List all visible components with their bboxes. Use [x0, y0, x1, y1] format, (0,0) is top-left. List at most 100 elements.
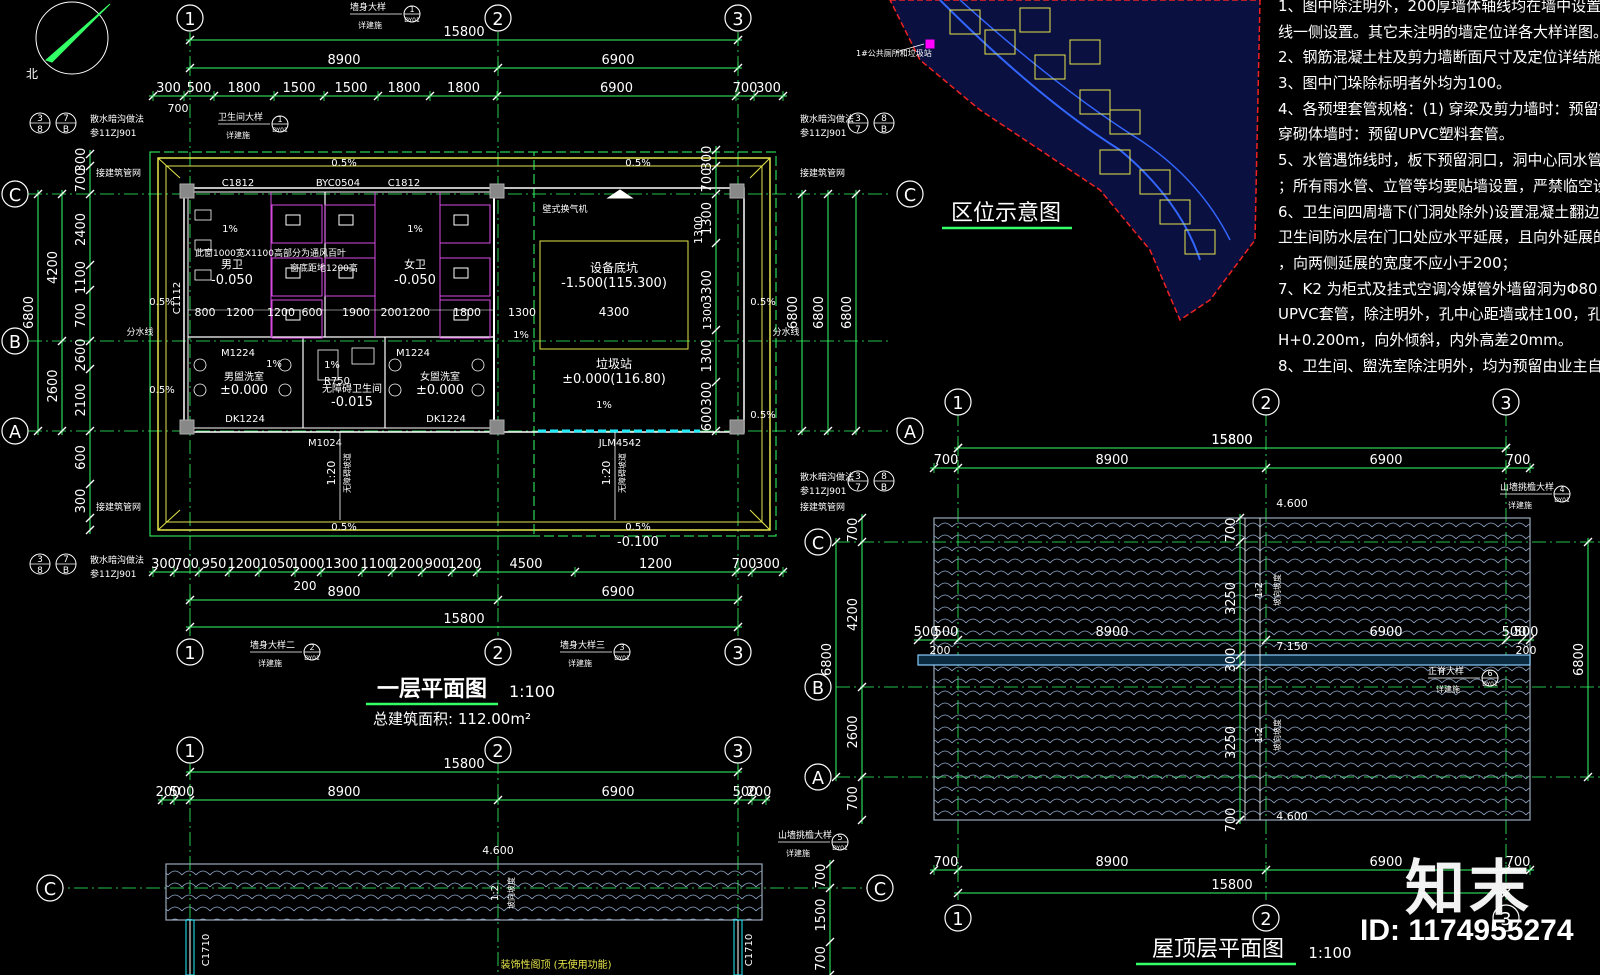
callout-wall-3-num: 3	[619, 643, 624, 652]
elev-grid-bubble-C-right-label: C	[874, 880, 886, 900]
roof-grid-bubble-2-top-label: 2	[1260, 394, 1271, 414]
drain-ref: 参11ZJ901	[90, 127, 136, 139]
door-window-tag: M1024	[308, 438, 342, 449]
dim-label: 1500	[814, 898, 829, 931]
roof-callout-gable-sheet: DY01	[1554, 497, 1570, 504]
callout-wall-3-ref: 详建施	[568, 658, 592, 668]
elev-grid-bubble-C-left-label: C	[44, 880, 56, 900]
slope-label: 0.5%	[149, 297, 174, 308]
note-line: ，向两侧延展的宽度不应小于200；	[1278, 253, 1517, 272]
note-line: 1、图中除注明外，200厚墙体轴线均在墙中设置，100	[1278, 0, 1600, 15]
roof-slope-note: 坡向坡度	[1272, 719, 1282, 751]
window-note: 此窗1000宽X1100高部分为通风百叶	[195, 247, 346, 259]
dim-label: 700	[1506, 453, 1531, 468]
roof-callout-ridge-sheet: DY01	[1482, 681, 1498, 688]
pipe-note: 接建筑管网	[800, 167, 845, 179]
note-line: 穿砌体墙时：预留UPVC塑料套管。	[1278, 125, 1514, 144]
exhaust-label: 壁式换气机	[542, 203, 587, 215]
callout-wc-sheet: DY01	[272, 127, 288, 134]
drain-detail-tag-num: 3	[855, 114, 861, 124]
slope-label: 1%	[596, 400, 612, 411]
plan-area: 总建筑面积: 112.00m²	[373, 710, 531, 728]
dim-label: 1100	[360, 557, 393, 572]
dim-label: 6800	[820, 643, 835, 676]
drain-detail-tag-num: 7	[63, 555, 69, 565]
drain-detail-tag-num: B	[881, 125, 887, 135]
north-label: 北	[26, 67, 38, 81]
slope-label: 0.5%	[149, 385, 174, 396]
ramp-ratio: 1:20	[325, 461, 338, 486]
dim-label: 8900	[1095, 625, 1128, 640]
drain-ref: 参11ZJ901	[800, 485, 846, 497]
dim-label: 1200	[639, 557, 672, 572]
dim-label: 6900	[601, 785, 634, 800]
dim-label: 700	[74, 168, 89, 193]
note-line: ；所有雨水管、立管等均要贴墙设置，严禁临空设置。	[1278, 176, 1600, 195]
roof-grid-bubble-1-top-label: 1	[952, 394, 963, 414]
design-notes: 1、图中除注明外，200厚墙体轴线均在墙中设置，100 线一侧设置。其它未注明的…	[1278, 0, 1600, 379]
elev-caption: 装饰性阁顶 (无使用功能)	[501, 958, 612, 971]
roof-callout-ridge-ref: 详建施	[1436, 684, 1460, 694]
note-line: 线一侧设置。其它未注明的墙定位详各大样详图。	[1278, 22, 1600, 41]
site-boundary	[889, 0, 1261, 322]
column	[729, 183, 745, 199]
toilet-stall	[439, 257, 491, 297]
roof-slope-note: 坡向坡度	[1272, 574, 1282, 606]
callout-wall-2-text: 墙身大样二	[250, 639, 295, 651]
drain-ref: 参11ZJ901	[90, 568, 136, 580]
note-line: 2、钢筋混凝土柱及剪力墙断面尺寸及定位详结施。	[1278, 48, 1600, 67]
slope-label: 1%	[222, 224, 238, 235]
dim-label: 700	[1224, 518, 1239, 543]
dim-label: 6800	[840, 296, 855, 329]
dim-label: 900	[425, 557, 450, 572]
drain-detail-tag-num: B	[63, 566, 69, 576]
dim-label: 1500	[334, 81, 367, 96]
divide-note: 分水线	[772, 326, 799, 338]
dim-label: 300	[156, 81, 181, 96]
elev-callout-gable-num: 5	[837, 833, 842, 842]
room-men-wash: 男盥洗室	[224, 370, 264, 383]
drain-detail-tag-num: 8	[37, 566, 43, 576]
drain-note: 散水暗沟做法	[800, 113, 854, 125]
elev-level: 4.600	[482, 844, 514, 857]
door-window-tag: C1812	[388, 178, 420, 189]
dim-label: 300	[74, 489, 89, 514]
note-line: 4、各预埋套管规格：(1) 穿梁及剪力墙时：预留钢套	[1278, 99, 1600, 118]
dim-label: 15800	[1211, 433, 1252, 448]
sink-icon	[471, 358, 485, 372]
inner-dim: 1200	[402, 306, 430, 319]
grid-bubble-B-left-label: B	[9, 333, 21, 353]
dim-label: 1800	[387, 81, 420, 96]
drain-detail-tag-num: B	[881, 483, 887, 493]
drain-ref: 参11ZJ901	[800, 127, 846, 139]
sink-icon	[193, 358, 207, 372]
note-line: H+0.200m，向外倾斜，内外高差20mm。	[1278, 330, 1573, 349]
grid-bubble-A-left-label: A	[9, 423, 21, 443]
door-window-tag: M1224	[396, 348, 430, 359]
dim-label: 1050	[260, 557, 293, 572]
callout-wall-1-ref: 详建施	[358, 20, 382, 30]
roof-level-eave: 4.600	[1276, 810, 1308, 823]
dim-label: 3250	[1224, 726, 1239, 759]
toilet-stall	[271, 204, 323, 244]
door-window-tag: M1224	[221, 348, 255, 359]
slope-label: 1%	[407, 224, 423, 235]
urinal-icon	[194, 269, 212, 281]
room-men-level: -0.050	[211, 273, 253, 288]
grid-bubble-C-left-label: C	[9, 186, 21, 206]
elev-callout-gable-sheet: DY01	[832, 845, 848, 852]
site-title: 区位示意图	[951, 201, 1061, 226]
callout-wc-text: 卫生间大样	[218, 111, 263, 123]
room-pit-width: 4300	[599, 305, 630, 319]
dim-label: 2100	[74, 383, 89, 416]
roller-door-tag: JLM4542	[598, 438, 642, 449]
north-needle	[45, 3, 111, 63]
dim-label: 500	[1514, 625, 1539, 640]
elev-grid-bubble-2-label: 2	[492, 742, 503, 762]
dim-top-700: 700	[168, 102, 189, 115]
ramp-ratio: 1:20	[600, 461, 613, 486]
inner-dim: 1900	[342, 306, 370, 319]
note-line: 卫生间防水层在门口处应水平延展，且向外延展的长度不应	[1278, 228, 1600, 247]
callout-wall-1-text: 墙身大样	[350, 1, 386, 13]
elev-grid-bubble-3-label: 3	[732, 742, 743, 762]
